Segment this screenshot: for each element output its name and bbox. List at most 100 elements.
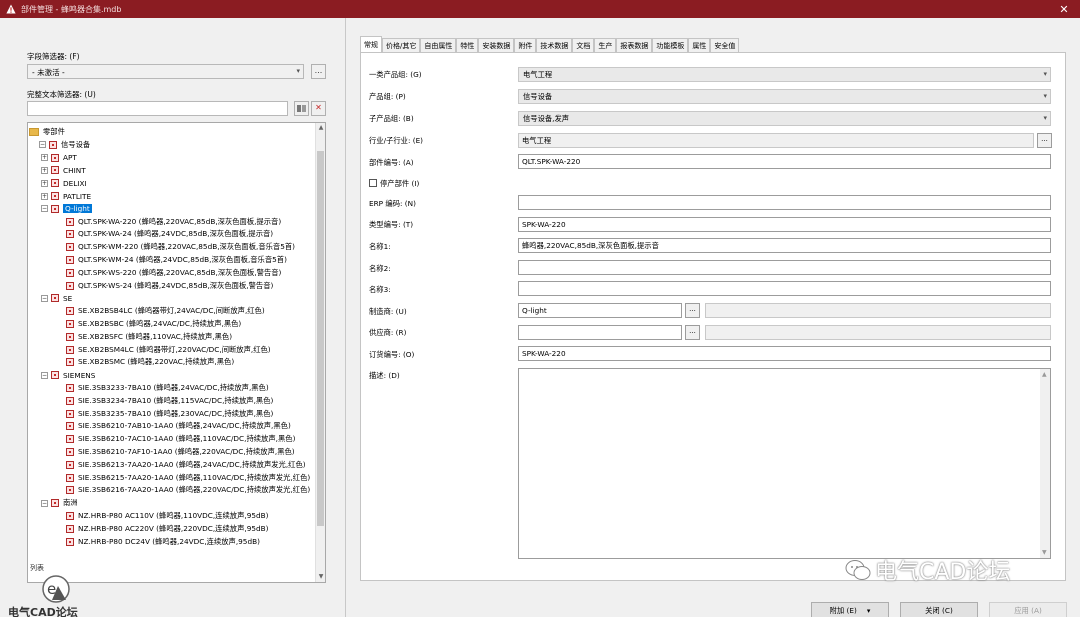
watermark-right: 电气CAD论坛 xyxy=(845,554,1010,586)
industry-field[interactable]: 电气工程 xyxy=(518,133,1034,148)
tree-part-item[interactable]: SE.XB2BSMC (蜂鸣器,220VAC,持续放声,黑色) xyxy=(66,356,234,368)
tree-part-item[interactable]: SIE.3SB3234-7BA10 (蜂鸣器,115VAC/DC,持续放声,黑色… xyxy=(66,395,273,407)
name2-field[interactable] xyxy=(518,260,1051,275)
tree-brand-se[interactable]: − SE xyxy=(41,292,72,304)
tab-12[interactable]: 安全值 xyxy=(710,38,740,52)
text-filter-input[interactable] xyxy=(27,101,288,116)
order-field[interactable]: SPK-WA-220 xyxy=(518,346,1051,361)
extras-button[interactable]: 附加 (E) ▾ xyxy=(811,602,889,617)
tree-part-item[interactable]: NZ.HRB-P80 AC110V (蜂鸣器,110VDC,连续放声,95dB) xyxy=(66,510,268,522)
tree-group-signal[interactable]: − 信号设备 xyxy=(39,139,90,151)
description-textarea[interactable]: ▲ ▼ xyxy=(518,368,1051,559)
expand-icon[interactable]: + xyxy=(41,154,48,162)
tree-brand[interactable]: + DELIXI xyxy=(41,177,87,189)
clear-filter-icon[interactable]: ✕ xyxy=(311,101,326,116)
collapse-icon[interactable]: − xyxy=(39,141,46,149)
manufacturer-browse-button[interactable]: ... xyxy=(685,303,700,318)
tab-4[interactable]: 安装数据 xyxy=(478,38,515,52)
close-button[interactable]: 关闭 (C) xyxy=(900,602,978,617)
tree-part-item[interactable]: SIE.3SB3235-7BA10 (蜂鸣器,230VAC/DC,持续放声,黑色… xyxy=(66,408,273,420)
tree-brand[interactable]: + PATLITE xyxy=(41,190,91,202)
tree-part-item[interactable]: QLT.SPK-WA-220 (蜂鸣器,220VAC,85dB,深灰色面板,提示… xyxy=(66,216,281,228)
supplier-browse-button[interactable]: ... xyxy=(685,325,700,340)
group-select[interactable]: 信号设备 ▾ xyxy=(518,89,1051,104)
tree-row-label: QLT.SPK-WA-24 (蜂鸣器,24VDC,85dB,深灰色面板,提示音) xyxy=(78,229,274,239)
apply-filter-icon[interactable] xyxy=(294,101,309,116)
part-icon xyxy=(66,345,74,354)
tab-3[interactable]: 特性 xyxy=(456,38,479,52)
cat1-select[interactable]: 电气工程 ▾ xyxy=(518,67,1051,82)
tree-part-item[interactable]: SIE.3SB3233-7BA10 (蜂鸣器,24VAC/DC,持续放声,黑色) xyxy=(66,382,269,394)
tree-part-item[interactable]: QLT.SPK-WS-24 (蜂鸣器,24VDC,85dB,深灰色面板,警告音) xyxy=(66,280,273,292)
tree-brand[interactable]: + CHINT xyxy=(41,164,86,176)
description-scrollbar[interactable]: ▲ ▼ xyxy=(1040,369,1050,558)
scroll-up-icon[interactable]: ▲ xyxy=(317,124,325,132)
discontinued-checkbox[interactable] xyxy=(369,179,377,187)
tab-8[interactable]: 生产 xyxy=(594,38,617,52)
group-value: 信号设备 xyxy=(523,92,553,101)
field-filter-select[interactable]: - 未激活 - ▾ xyxy=(27,64,304,79)
parts-tree[interactable]: 零部件 − 信号设备 + APT + CHINT + DELIXI + PATLITE − Q-ligh… xyxy=(27,122,326,583)
manufacturer-field[interactable]: Q-light xyxy=(518,303,682,318)
name3-field[interactable] xyxy=(518,281,1051,296)
tree-scrollbar[interactable]: ▲ ▼ xyxy=(315,123,325,582)
type-field[interactable]: SPK-WA-220 xyxy=(518,217,1051,232)
scroll-thumb[interactable] xyxy=(317,151,324,526)
industry-browse-button[interactable]: ... xyxy=(1037,133,1052,148)
tree-part-item[interactable]: SIE.3SB6216-7AA20-1AA0 (蜂鸣器,220VAC/DC,持续… xyxy=(66,484,310,496)
part-icon xyxy=(66,460,74,469)
tree-part-item[interactable]: NZ.HRB-P80 AC220V (蜂鸣器,220VDC,连续放声,95dB) xyxy=(66,523,268,535)
tree-brand-nz[interactable]: − 南洲 xyxy=(41,497,78,509)
name1-field[interactable]: 蜂鸣器,220VAC,85dB,深灰色面板,提示音 xyxy=(518,238,1051,253)
title-bar: 部件管理 - 蜂鸣器合集.mdb ✕ xyxy=(0,0,1080,18)
supplier-field[interactable] xyxy=(518,325,682,340)
tree-part-item[interactable]: SE.XB2BSB4LC (蜂鸣器带灯,24VAC/DC,间断放声,红色) xyxy=(66,305,265,317)
expand-icon[interactable]: + xyxy=(41,166,48,174)
expand-icon[interactable]: + xyxy=(41,179,48,187)
collapse-icon[interactable]: − xyxy=(41,294,48,302)
tab-11[interactable]: 属性 xyxy=(688,38,711,52)
collapse-icon[interactable]: − xyxy=(41,371,48,379)
part-icon xyxy=(66,409,74,418)
tab-2[interactable]: 自由属性 xyxy=(420,38,457,52)
tree-part-item[interactable]: SIE.3SB6210-7AC10-1AA0 (蜂鸣器,110VAC/DC,持续… xyxy=(66,433,295,445)
tab-5[interactable]: 附件 xyxy=(514,38,537,52)
tab-10[interactable]: 功能模板 xyxy=(652,38,689,52)
tree-part-item[interactable]: QLT.SPK-WM-220 (蜂鸣器,220VAC,85dB,深灰色面板,音乐… xyxy=(66,241,295,253)
tab-7[interactable]: 文档 xyxy=(572,38,595,52)
tree-part-item[interactable]: QLT.SPK-WS-220 (蜂鸣器,220VAC,85dB,深灰色面板,警告… xyxy=(66,267,281,279)
part-icon xyxy=(51,499,59,508)
tree-root[interactable]: 零部件 xyxy=(29,126,65,138)
partno-field[interactable]: QLT.SPK-WA-220 xyxy=(518,154,1051,169)
subgroup-select[interactable]: 信号设备,发声 ▾ xyxy=(518,111,1051,126)
tab-1[interactable]: 价格/其它 xyxy=(382,38,421,52)
tree-part-item[interactable]: SIE.3SB6210-7AB10-1AA0 (蜂鸣器,24VAC/DC,持续放… xyxy=(66,420,291,432)
scroll-up-icon[interactable]: ▲ xyxy=(1042,371,1047,378)
tree-part-item[interactable]: SIE.3SB6210-7AF10-1AA0 (蜂鸣器,220VAC/DC,持续… xyxy=(66,446,295,458)
tree-brand[interactable]: + APT xyxy=(41,152,77,164)
tree-brand-qlight[interactable]: − Q-light xyxy=(41,203,92,215)
tree-part-item[interactable]: SE.XB2BSM4LC (蜂鸣器带灯,220VAC/DC,间断放声,红色) xyxy=(66,344,271,356)
tree-part-item[interactable]: SE.XB2BSBC (蜂鸣器,24VAC/DC,持续放声,黑色) xyxy=(66,318,241,330)
erp-field[interactable] xyxy=(518,195,1051,210)
expand-icon[interactable]: + xyxy=(41,192,48,200)
tree-part-item[interactable]: NZ.HRB-P80 DC24V (蜂鸣器,24VDC,连续放声,95dB) xyxy=(66,536,260,548)
apply-button[interactable]: 应用 (A) xyxy=(989,602,1067,617)
tree-part-item[interactable]: SIE.3SB6213-7AA20-1AA0 (蜂鸣器,24VAC/DC,持续放… xyxy=(66,459,306,471)
tree-part-item[interactable]: QLT.SPK-WM-24 (蜂鸣器,24VDC,85dB,深灰色面板,音乐音5… xyxy=(66,254,287,266)
field-filter-more-button[interactable]: ... xyxy=(311,64,326,79)
tree-part-item[interactable]: QLT.SPK-WA-24 (蜂鸣器,24VDC,85dB,深灰色面板,提示音) xyxy=(66,228,273,240)
tab-0[interactable]: 常规 xyxy=(360,36,382,52)
scroll-down-icon[interactable]: ▼ xyxy=(317,573,325,581)
tree-brand-siemens[interactable]: − SIEMENS xyxy=(41,369,95,381)
tab-6[interactable]: 技术数据 xyxy=(536,38,573,52)
part-icon xyxy=(51,192,59,200)
scroll-down-icon[interactable]: ▼ xyxy=(1042,549,1047,556)
tree-part-item[interactable]: SE.XB2BSFC (蜂鸣器,110VAC,持续放声,黑色) xyxy=(66,331,232,343)
tab-9[interactable]: 报表数据 xyxy=(616,38,653,52)
close-window-button[interactable]: ✕ xyxy=(1048,0,1080,18)
collapse-icon[interactable]: − xyxy=(41,205,48,213)
collapse-icon[interactable]: − xyxy=(41,499,48,507)
tree-part-item[interactable]: SIE.3SB6215-7AA20-1AA0 (蜂鸣器,110VAC/DC,持续… xyxy=(66,472,310,484)
window-title: 部件管理 - 蜂鸣器合集.mdb xyxy=(21,4,122,14)
